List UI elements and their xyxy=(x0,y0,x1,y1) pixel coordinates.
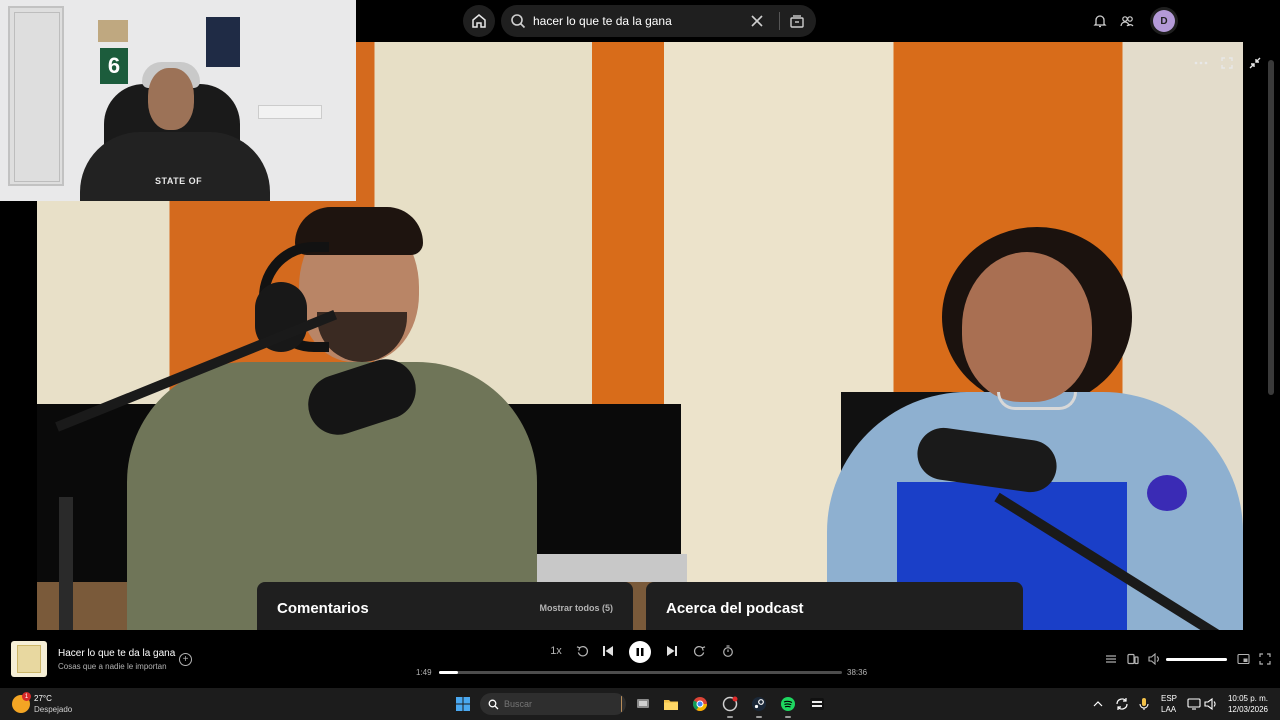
app-window: D 6 STATE OF Comentarios Mostrar todos (… xyxy=(0,0,1280,720)
display-icon[interactable] xyxy=(1186,696,1202,712)
input-layout[interactable]: LAA xyxy=(1161,705,1176,714)
connect-device-button[interactable] xyxy=(1126,652,1140,666)
pause-icon xyxy=(636,648,644,656)
notifications-button[interactable] xyxy=(1091,12,1109,30)
now-playing-bar: Hacer lo que te da la gana Cosas que a n… xyxy=(0,630,1280,688)
total-time: 38:36 xyxy=(847,668,868,677)
about-podcast-panel[interactable]: Acerca del podcast xyxy=(646,582,1023,630)
expand-button[interactable] xyxy=(1258,652,1272,666)
skip-forward-15-icon xyxy=(693,645,705,656)
skip-back-15-icon xyxy=(576,645,588,656)
previous-button[interactable] xyxy=(600,643,616,659)
next-icon xyxy=(667,646,677,656)
minimize-icon xyxy=(1249,57,1261,69)
fullscreen-button[interactable] xyxy=(1219,55,1235,71)
clock-time[interactable]: 10:05 p. m. xyxy=(1228,694,1268,703)
spotify-icon[interactable] xyxy=(780,696,796,712)
comments-title: Comentarios xyxy=(277,600,369,617)
call-of-duty-icon[interactable] xyxy=(809,696,825,712)
app-icon[interactable] xyxy=(722,696,738,712)
chrome-icon[interactable] xyxy=(692,696,708,712)
connect-device-icon xyxy=(1127,653,1139,665)
sync-icon[interactable] xyxy=(1114,696,1130,712)
microphone-icon[interactable] xyxy=(1136,696,1152,712)
more-icon xyxy=(1194,61,1208,65)
minimize-video-button[interactable] xyxy=(1247,55,1263,71)
playback-speed-button[interactable]: 1x xyxy=(548,643,564,659)
queue-icon xyxy=(1106,655,1116,663)
podcast-name[interactable]: Cosas que a nadie le importan xyxy=(58,662,167,671)
friends-icon xyxy=(1120,16,1134,27)
weather-temperature[interactable]: 27°C xyxy=(34,694,52,703)
miniplayer-button[interactable] xyxy=(1236,652,1250,666)
episode-cover[interactable] xyxy=(11,641,47,677)
previous-icon xyxy=(603,646,613,656)
home-icon xyxy=(472,14,486,28)
clear-search-button[interactable] xyxy=(747,11,767,31)
steam-icon[interactable] xyxy=(751,696,767,712)
volume-fill xyxy=(1166,658,1227,661)
show-hidden-icons-icon[interactable] xyxy=(1093,699,1103,709)
progress-fill xyxy=(439,671,458,674)
skip-back-button[interactable] xyxy=(574,643,590,659)
host-right-head xyxy=(962,252,1092,402)
close-icon xyxy=(751,15,763,27)
browse-icon xyxy=(790,15,804,28)
windows-taskbar: 1 27°C Despejado ESP LAA 10:05 p. m. 12/… xyxy=(0,688,1280,720)
shirt-text: STATE OF xyxy=(155,176,203,186)
search-bar[interactable] xyxy=(501,5,816,37)
sleep-timer-icon xyxy=(723,645,733,657)
file-explorer-icon[interactable] xyxy=(663,696,679,712)
task-view-icon[interactable] xyxy=(635,696,651,712)
about-podcast-title: Acerca del podcast xyxy=(666,600,804,617)
episode-title[interactable]: Hacer lo que te da la gana xyxy=(58,648,175,659)
search-icon xyxy=(509,12,527,30)
show-all-comments-link[interactable]: Mostrar todos (5) xyxy=(539,603,613,613)
webcam-overlay: 6 STATE OF xyxy=(0,0,356,201)
comments-panel[interactable]: Comentarios Mostrar todos (5) xyxy=(257,582,633,630)
weather-description[interactable]: Despejado xyxy=(34,705,72,714)
scrollbar-thumb[interactable] xyxy=(1268,60,1274,395)
skip-forward-button[interactable] xyxy=(691,643,707,659)
windows-start-icon[interactable] xyxy=(455,696,471,712)
add-icon: + xyxy=(182,653,189,665)
pause-button[interactable] xyxy=(629,641,651,663)
avatar-initial: D xyxy=(1153,10,1175,32)
volume-icon xyxy=(1147,653,1159,665)
taskbar-search-input[interactable] xyxy=(504,699,621,709)
search-icon xyxy=(488,698,499,710)
queue-button[interactable] xyxy=(1104,652,1118,666)
browse-button[interactable] xyxy=(786,10,808,32)
volume-slider[interactable] xyxy=(1166,658,1227,661)
more-options-button[interactable] xyxy=(1191,55,1211,71)
expand-icon xyxy=(1259,653,1271,665)
current-time: 1:49 xyxy=(416,668,432,677)
input-language[interactable]: ESP xyxy=(1161,694,1177,703)
friend-activity-button[interactable] xyxy=(1118,12,1136,30)
speaker-icon[interactable] xyxy=(1203,696,1219,712)
weather-badge: 1 xyxy=(22,692,31,701)
volume-button[interactable] xyxy=(1147,652,1161,666)
home-button[interactable] xyxy=(463,5,495,37)
bell-icon xyxy=(1093,15,1107,28)
progress-bar[interactable] xyxy=(439,671,842,674)
taskbar-search[interactable] xyxy=(480,693,626,715)
miniplayer-icon xyxy=(1236,653,1250,665)
clock-date[interactable]: 12/03/2026 xyxy=(1228,705,1268,714)
jersey-frame: 6 xyxy=(100,48,128,84)
profile-avatar[interactable]: D xyxy=(1150,7,1178,35)
search-input[interactable] xyxy=(533,14,747,28)
next-button[interactable] xyxy=(664,643,680,659)
fullscreen-icon xyxy=(1221,57,1233,69)
sleep-timer-button[interactable] xyxy=(720,643,736,659)
add-to-library-button[interactable]: + xyxy=(179,653,192,666)
